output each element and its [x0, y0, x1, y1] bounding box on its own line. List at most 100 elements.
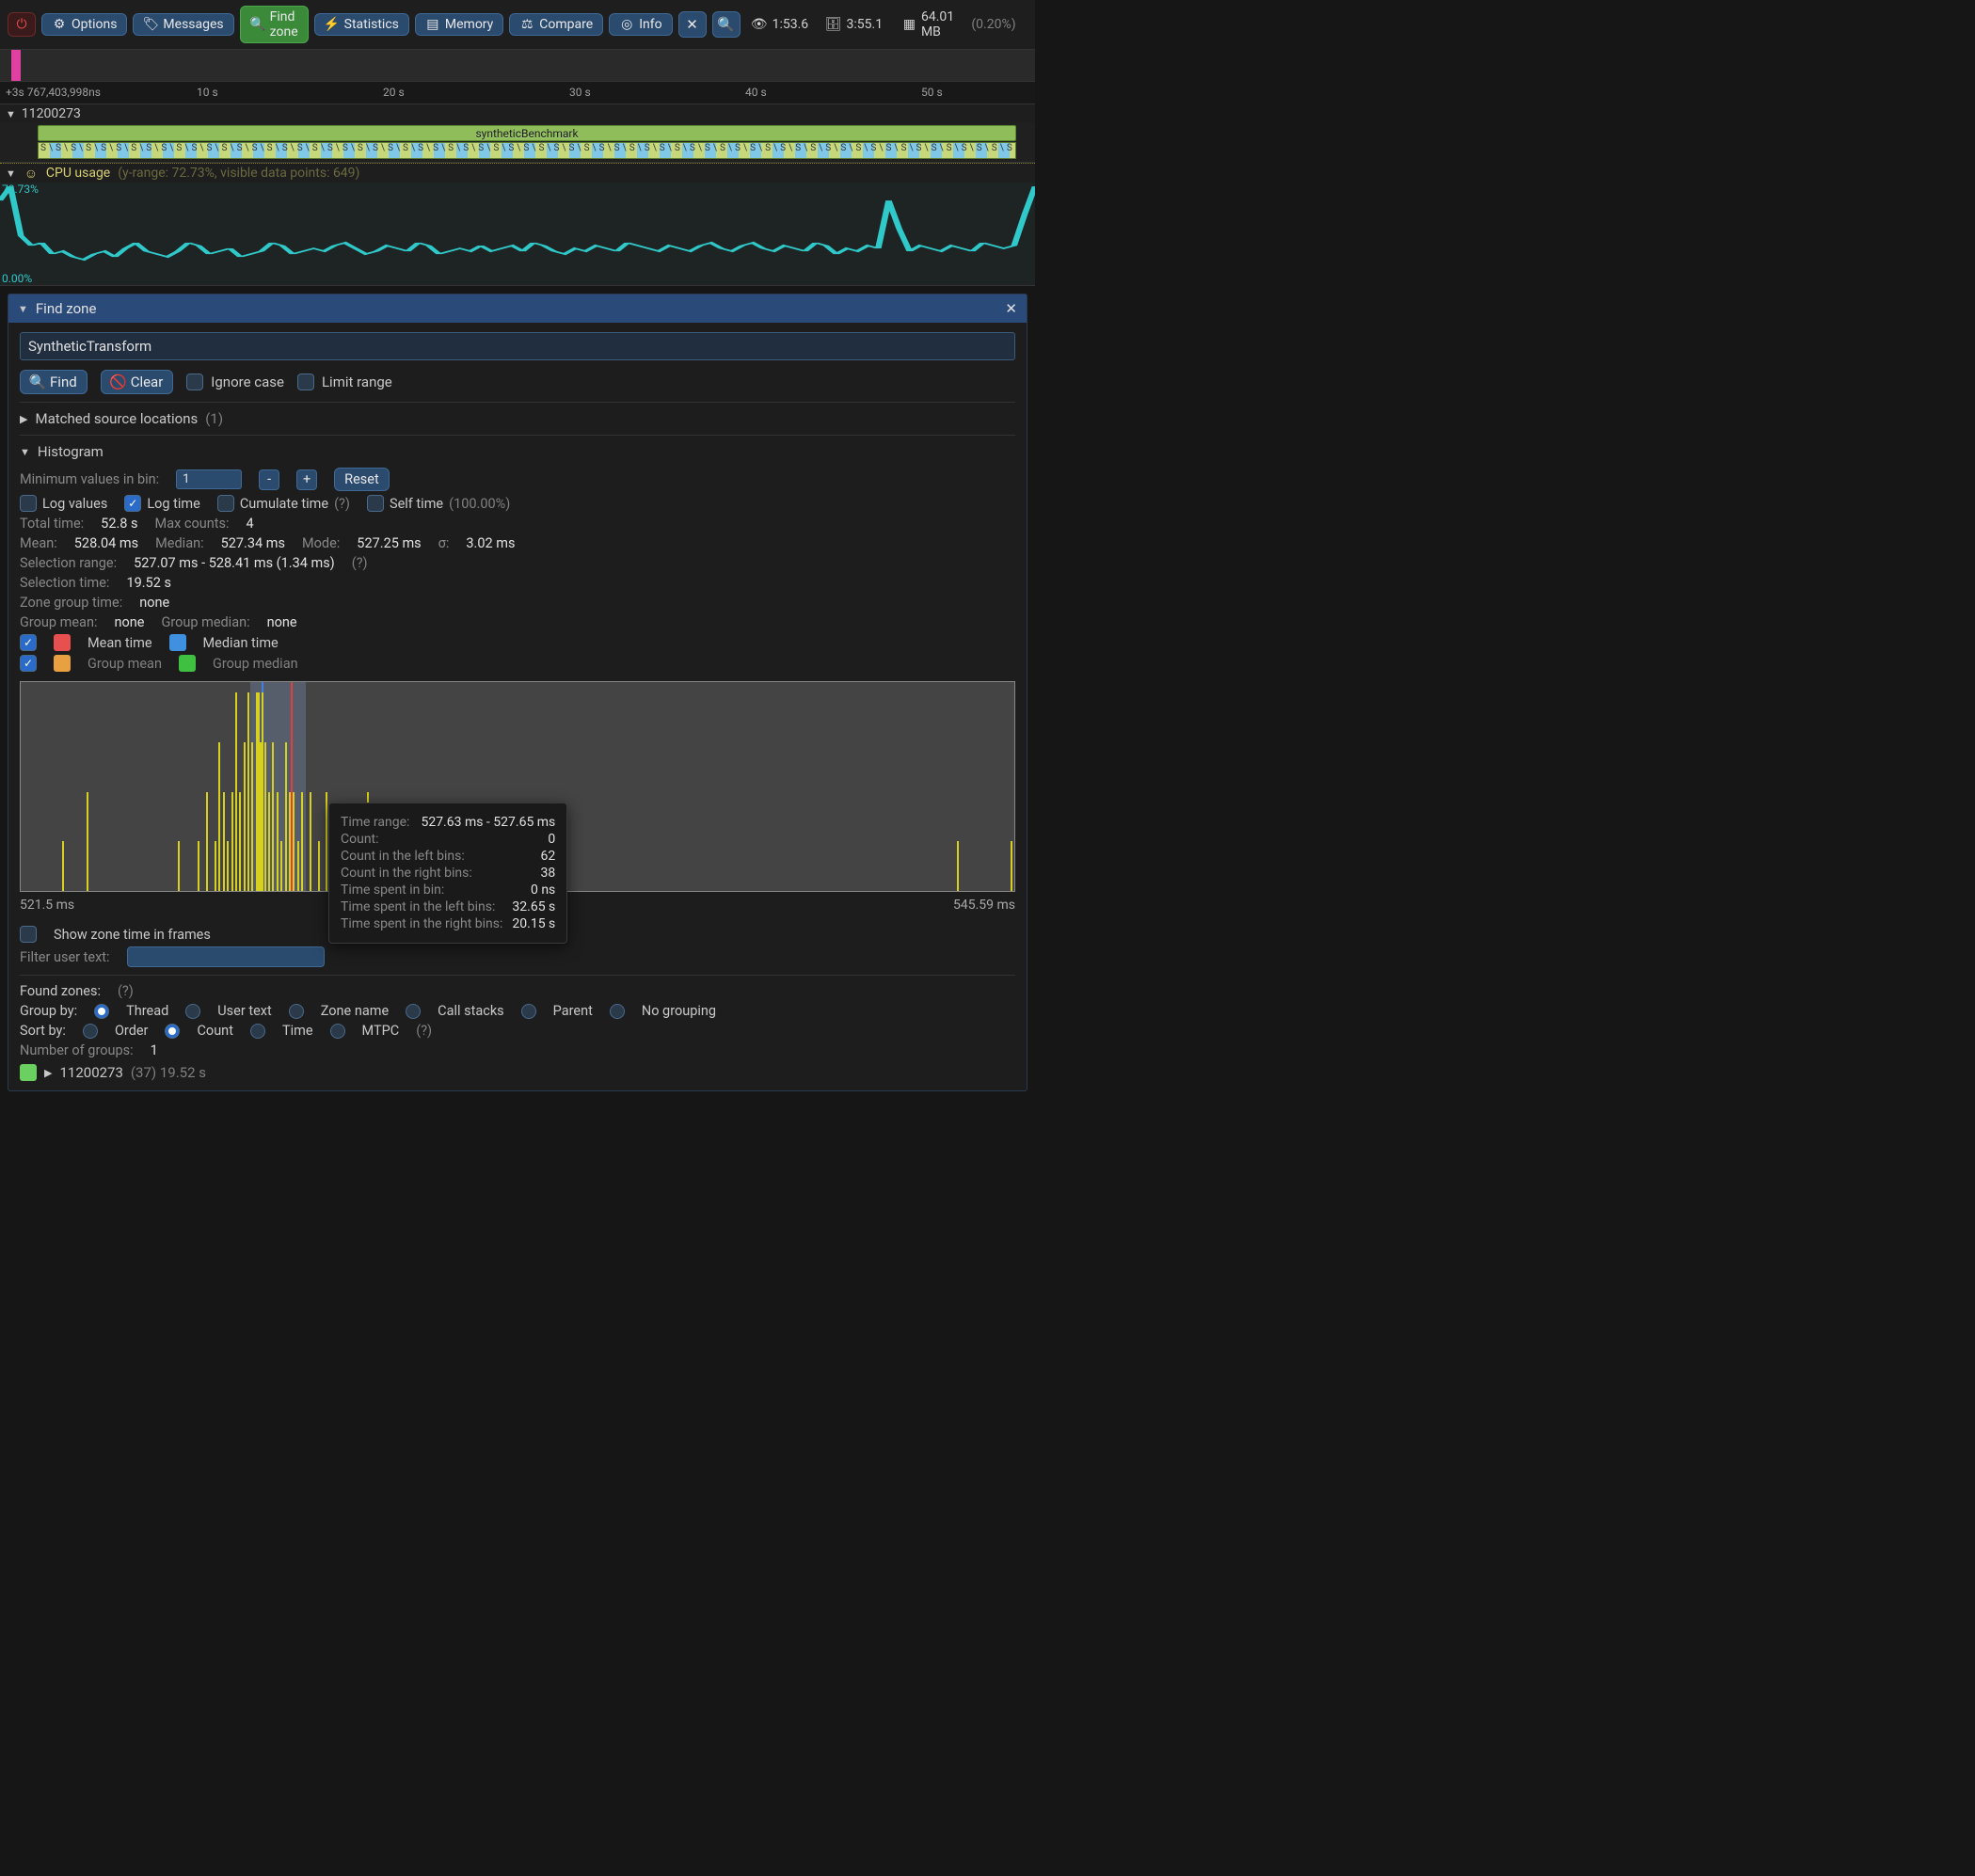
seltime-k: Selection time: — [20, 575, 109, 591]
hist-axis-max: 545.59 ms — [953, 898, 1015, 913]
legend-gmean-checkbox[interactable] — [20, 655, 37, 672]
thread-header[interactable]: ▼ 11200273 — [0, 104, 1035, 123]
zone-children[interactable]: S\S\S\S\S\S\S\S\S\S\S\S\S\S\S\S\S\S\S\S\… — [38, 142, 1016, 159]
mean-k: Mean: — [20, 535, 57, 551]
power-button[interactable]: ⏻ — [8, 12, 36, 37]
median-k: Median: — [155, 535, 203, 551]
mean-v: 528.04 ms — [74, 535, 138, 551]
matched-label: Matched source locations — [35, 410, 198, 427]
chip-icon: ▦ — [903, 17, 916, 32]
gmed-k: Group median: — [161, 614, 249, 630]
findzone-button[interactable]: 🔍Find zone — [240, 6, 309, 43]
sortby-help: (?) — [416, 1023, 432, 1039]
legend-mean: Mean time — [88, 635, 152, 651]
groupby-calls[interactable] — [406, 1004, 421, 1019]
numgroups-k: Number of groups: — [20, 1042, 134, 1058]
zoom-button[interactable]: 🔍 — [712, 11, 741, 38]
tt-count-v: 0 — [548, 832, 555, 847]
cpu-header[interactable]: ▼ ☺ CPU usage (y-range: 72.73%, visible … — [0, 163, 1035, 183]
clear-button[interactable]: 🚫Clear — [101, 370, 174, 394]
info-button[interactable]: ◎ Info — [609, 13, 672, 36]
cumulate-help: (?) — [334, 496, 350, 512]
mean-swatch — [54, 634, 71, 651]
reset-button[interactable]: Reset — [334, 468, 390, 491]
histogram-header[interactable]: ▼ Histogram — [20, 443, 1015, 460]
mode-k: Mode: — [302, 535, 340, 551]
ignore-case-checkbox[interactable] — [186, 374, 203, 390]
eye-icon: 👁 — [752, 17, 767, 32]
tt-count-k: Count: — [341, 832, 538, 847]
gb-parent-label: Parent — [553, 1003, 593, 1019]
legend-mean-checkbox[interactable] — [20, 634, 37, 651]
tt-righttime-v: 20.15 s — [512, 916, 555, 931]
sortby-count[interactable] — [165, 1024, 180, 1039]
cpu-plot[interactable]: 72.73% 0.00% — [0, 183, 1035, 286]
zone-synthetic-benchmark[interactable]: syntheticBenchmark — [38, 125, 1016, 141]
time-ruler[interactable]: +3s 767,403,998ns 10 s 20 s 30 s 40 s 50… — [0, 82, 1035, 104]
tt-timerange-v: 527.63 ms - 527.65 ms — [421, 815, 555, 830]
minbin-input[interactable] — [176, 469, 242, 489]
options-button[interactable]: ⚙Options — [41, 13, 127, 36]
minbin-dec[interactable]: - — [259, 469, 279, 490]
fingerprint-icon: ◎ — [619, 17, 634, 32]
matched-sources[interactable]: ▶ Matched source locations (1) — [20, 410, 1015, 427]
frames-minitrack[interactable] — [0, 50, 1035, 82]
find-button[interactable]: 🔍Find — [20, 370, 88, 394]
tt-rightcnt-v: 38 — [541, 866, 556, 881]
numgroups-v: 1 — [151, 1042, 158, 1058]
cpu-info: (y-range: 72.73%, visible data points: 6… — [118, 166, 359, 181]
thread-id: 11200273 — [22, 106, 81, 121]
compare-button[interactable]: ⚖Compare — [509, 13, 603, 36]
matched-count: (1) — [205, 410, 223, 427]
limit-range-checkbox[interactable] — [297, 374, 314, 390]
sortby-time[interactable] — [250, 1024, 265, 1039]
show-frames-checkbox[interactable] — [20, 926, 37, 943]
tt-leftcnt-k: Count in the left bins: — [341, 849, 532, 864]
search-input[interactable] — [20, 332, 1015, 360]
selftime-checkbox[interactable] — [367, 495, 384, 512]
tt-bintime-v: 0 ns — [531, 882, 555, 898]
groupby-none[interactable] — [610, 1004, 625, 1019]
mode-v: 527.25 ms — [357, 535, 421, 551]
groupby-parent[interactable] — [521, 1004, 536, 1019]
log-values-checkbox[interactable] — [20, 495, 37, 512]
ruler-tick: 40 s — [745, 86, 767, 99]
find-label: Find — [50, 374, 77, 390]
total-time-v: 52.8 s — [101, 516, 137, 532]
found-zones-help: (?) — [118, 983, 134, 999]
log-time-checkbox[interactable] — [124, 495, 141, 512]
statistics-button[interactable]: ⚡ Statistics — [314, 13, 409, 36]
tools-button[interactable]: ✕ — [678, 11, 707, 38]
groupby-zone[interactable] — [289, 1004, 304, 1019]
selftime-label: Self time — [390, 496, 443, 512]
sliders-icon: ⚡ — [325, 17, 340, 32]
findzone-titlebar[interactable]: ▼Find zone ✕ — [8, 294, 1027, 323]
ruler-tick: 50 s — [921, 86, 943, 99]
tt-righttime-k: Time spent in the right bins: — [341, 916, 502, 931]
memory-button[interactable]: ▤Memory — [415, 13, 503, 36]
clear-label: Clear — [131, 374, 164, 390]
collapse-icon: ▼ — [6, 167, 16, 180]
cumulate-checkbox[interactable] — [217, 495, 234, 512]
tools-icon: ✕ — [685, 17, 700, 32]
frame-marker — [11, 50, 21, 81]
sortby-mtpc[interactable] — [330, 1024, 345, 1039]
gmed-v: none — [267, 614, 297, 630]
gb-user-label: User text — [217, 1003, 271, 1019]
groupby-user[interactable] — [185, 1004, 200, 1019]
tt-timerange-k: Time range: — [341, 815, 411, 830]
groupby-label: Group by: — [20, 1003, 77, 1019]
close-icon[interactable]: ✕ — [1005, 300, 1017, 317]
gb-thread-label: Thread — [126, 1003, 168, 1019]
sortby-order[interactable] — [83, 1024, 98, 1039]
messages-button[interactable]: 🏷Messages — [133, 13, 233, 36]
median-swatch — [169, 634, 186, 651]
info-label: Info — [639, 17, 661, 32]
filter-input[interactable] — [127, 946, 325, 967]
zone-track[interactable]: syntheticBenchmark S\S\S\S\S\S\S\S\S\S\S… — [0, 123, 1035, 163]
groupby-thread[interactable] — [94, 1004, 109, 1019]
group-row[interactable]: ▶ 11200273 (37) 19.52 s — [20, 1064, 1015, 1081]
statistics-label: Statistics — [344, 17, 399, 32]
seltime-v: 19.52 s — [126, 575, 171, 591]
minbin-inc[interactable]: + — [296, 469, 317, 490]
